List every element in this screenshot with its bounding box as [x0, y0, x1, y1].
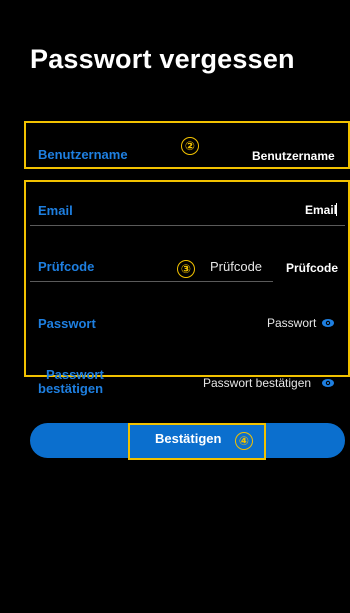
code-underline: [30, 281, 273, 282]
code-label: Prüfcode: [38, 259, 95, 274]
email-label: Email: [38, 203, 73, 218]
password-input[interactable]: Passwort: [267, 316, 316, 330]
confirm-password-label-line1: Passwort: [46, 367, 104, 382]
email-underline: [30, 225, 345, 226]
annotation-marker-3: ③: [177, 260, 195, 278]
username-input[interactable]: Benutzername: [252, 149, 335, 163]
code-input[interactable]: Prüfcode: [210, 259, 262, 274]
annotation-box-form: [24, 180, 350, 377]
confirm-password-input[interactable]: Passwort bestätigen: [203, 376, 311, 390]
text-cursor: [336, 203, 337, 216]
annotation-marker-4: ④: [235, 432, 253, 450]
confirm-password-label: Passwort bestätigen: [38, 367, 104, 396]
annotation-marker-2: ②: [181, 137, 199, 155]
password-label: Passwort: [38, 316, 96, 331]
username-label: Benutzername: [38, 147, 128, 162]
eye-icon[interactable]: [322, 377, 334, 389]
forgot-password-screen: Passwort vergessen ② Benutzername Benutz…: [0, 0, 350, 613]
email-input[interactable]: Email: [305, 203, 337, 217]
page-title: Passwort vergessen: [30, 44, 295, 74]
confirm-password-label-line2: bestätigen: [38, 381, 104, 396]
top-edge: [0, 0, 350, 10]
eye-icon[interactable]: [322, 317, 334, 329]
get-code-button[interactable]: Prüfcode: [286, 261, 338, 275]
confirm-button-label: Bestätigen: [155, 431, 222, 446]
